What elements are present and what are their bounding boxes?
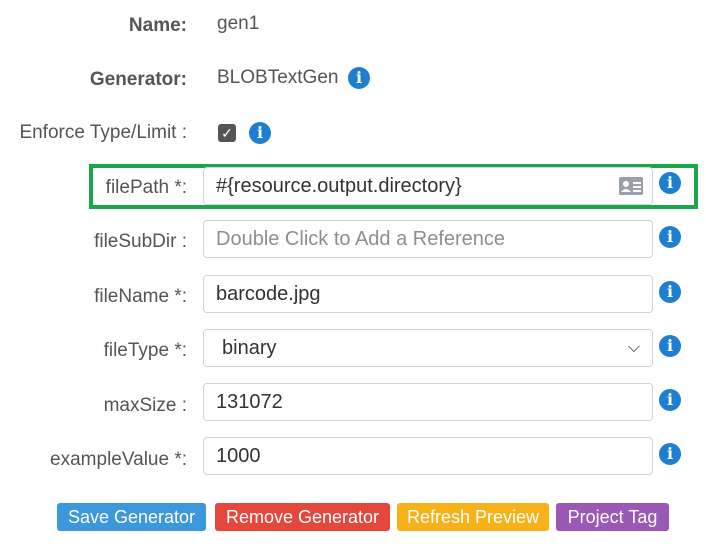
enforce-checkbox[interactable]: ✓: [218, 124, 236, 142]
filename-label: fileName *:: [94, 286, 187, 307]
maxsize-label: maxSize :: [103, 395, 187, 416]
filesubdir-label: fileSubDir :: [94, 231, 187, 252]
maxsize-input[interactable]: [203, 383, 653, 421]
name-label: Name:: [128, 15, 187, 36]
examplevalue-label: exampleValue *:: [50, 449, 187, 470]
filetype-selected-value: binary: [222, 337, 277, 359]
filepath-label: filePath *:: [105, 177, 187, 198]
info-icon[interactable]: i: [659, 443, 681, 465]
filetype-label: fileType *:: [103, 340, 187, 361]
info-icon[interactable]: i: [348, 67, 370, 89]
generator-label: Generator:: [89, 69, 187, 90]
generator-value: BLOBTextGen: [217, 67, 339, 88]
name-value: gen1: [217, 13, 260, 34]
address-card-icon-svg: [619, 177, 643, 195]
filepath-input[interactable]: [203, 167, 653, 205]
refresh-preview-button[interactable]: Refresh Preview: [397, 503, 549, 531]
examplevalue-input[interactable]: [203, 437, 653, 475]
save-generator-button[interactable]: Save Generator: [57, 503, 206, 531]
chevron-down-icon: ⌵: [627, 339, 640, 356]
info-icon[interactable]: i: [249, 122, 271, 144]
filesubdir-input[interactable]: [203, 220, 653, 258]
address-card-icon[interactable]: [619, 177, 643, 195]
info-icon[interactable]: i: [659, 389, 681, 411]
project-tag-button[interactable]: Project Tag: [556, 503, 669, 531]
info-icon[interactable]: i: [659, 281, 681, 303]
info-icon[interactable]: i: [659, 172, 681, 194]
remove-generator-button[interactable]: Remove Generator: [215, 503, 390, 531]
info-icon[interactable]: i: [659, 226, 681, 248]
info-icon[interactable]: i: [659, 335, 681, 357]
filename-input[interactable]: [203, 275, 653, 313]
enforce-label: Enforce Type/Limit :: [19, 122, 187, 143]
filetype-select[interactable]: binary ⌵: [203, 329, 653, 367]
